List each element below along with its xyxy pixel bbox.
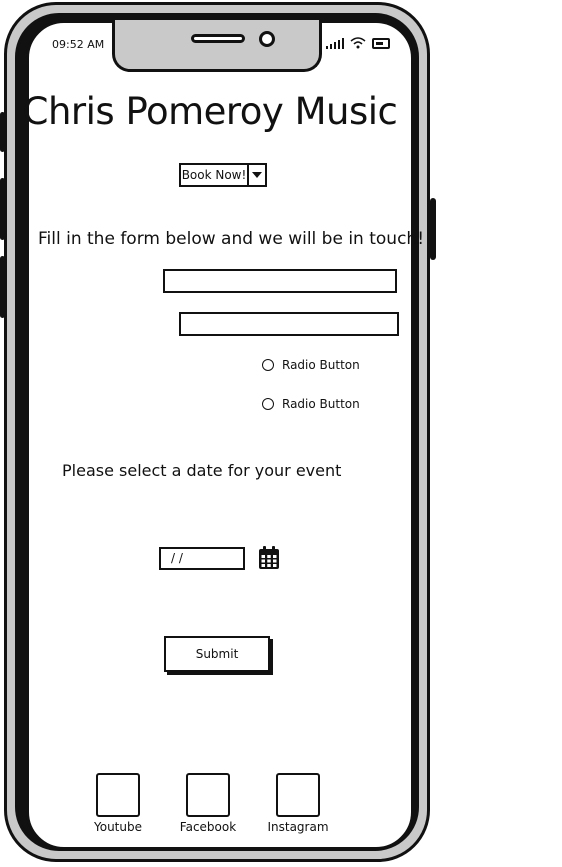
- youtube-icon[interactable]: [96, 773, 140, 817]
- chevron-down-icon[interactable]: [249, 165, 265, 185]
- form-text-field-1[interactable]: [163, 269, 397, 293]
- radio-option-1[interactable]: Radio Button: [262, 358, 360, 372]
- radio-circle-icon[interactable]: [262, 398, 274, 410]
- facebook-label: Facebook: [179, 820, 237, 834]
- submit-button[interactable]: Submit: [164, 636, 270, 672]
- signal-icon: [326, 37, 344, 49]
- page-title: Chris Pomeroy Music: [22, 90, 398, 133]
- book-now-label: Book Now!: [181, 165, 249, 185]
- date-prompt: Please select a date for your event: [62, 461, 342, 480]
- instagram-label: Instagram: [267, 820, 329, 834]
- youtube-label: Youtube: [94, 820, 142, 834]
- radio-label: Radio Button: [282, 358, 360, 372]
- wifi-icon: [350, 37, 366, 49]
- status-icons: [326, 37, 390, 49]
- side-button: [0, 178, 5, 240]
- date-input[interactable]: / /: [159, 547, 245, 570]
- facebook-icon[interactable]: [186, 773, 230, 817]
- calendar-icon[interactable]: [258, 546, 280, 570]
- camera-icon: [259, 31, 275, 47]
- radio-option-2[interactable]: Radio Button: [262, 397, 360, 411]
- side-button: [0, 256, 5, 318]
- phone-screen: [26, 20, 414, 850]
- battery-icon: [372, 37, 390, 49]
- radio-circle-icon[interactable]: [262, 359, 274, 371]
- power-button: [430, 198, 436, 260]
- radio-label: Radio Button: [282, 397, 360, 411]
- notch: [112, 20, 322, 72]
- facebook-link[interactable]: Facebook: [168, 773, 248, 834]
- status-time: 09:52 AM: [52, 38, 105, 51]
- speaker-grille: [191, 34, 245, 43]
- book-now-dropdown[interactable]: Book Now!: [179, 163, 267, 187]
- form-text-field-2[interactable]: [179, 312, 399, 336]
- youtube-link[interactable]: Youtube: [78, 773, 158, 834]
- form-instructions: Fill in the form below and we will be in…: [38, 229, 425, 249]
- instagram-link[interactable]: Instagram: [258, 773, 338, 834]
- instagram-icon[interactable]: [276, 773, 320, 817]
